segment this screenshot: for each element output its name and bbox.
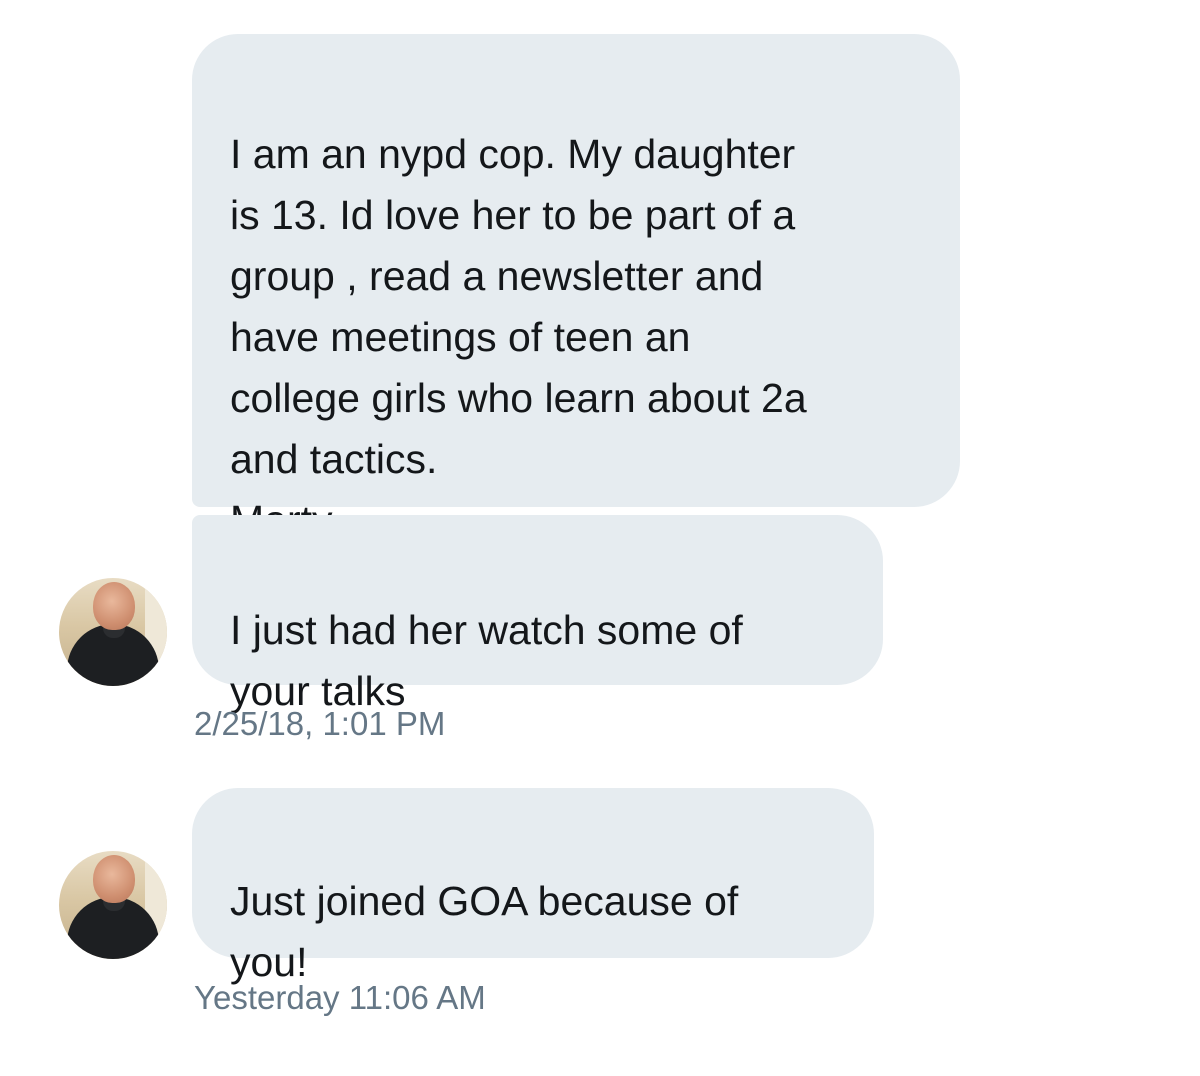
- avatar-head: [93, 582, 135, 630]
- avatar-head: [93, 855, 135, 903]
- message-timestamp: 2/25/18, 1:01 PM: [194, 705, 446, 742]
- message-text: I am an nypd cop. My daughter is 13. Id …: [230, 131, 807, 543]
- message-timestamp: Yesterday 11:06 AM: [194, 979, 486, 1016]
- message-bubble[interactable]: I just had her watch some of your talks: [192, 515, 883, 714]
- sender-avatar[interactable]: [59, 578, 167, 686]
- message-bubble[interactable]: I am an nypd cop. My daughter is 13. Id …: [192, 34, 960, 543]
- message-text: Just joined GOA because of you!: [230, 878, 739, 985]
- message-text: I just had her watch some of your talks: [230, 607, 743, 714]
- sender-avatar[interactable]: [59, 851, 167, 959]
- message-bubble[interactable]: Just joined GOA because of you!: [192, 788, 874, 985]
